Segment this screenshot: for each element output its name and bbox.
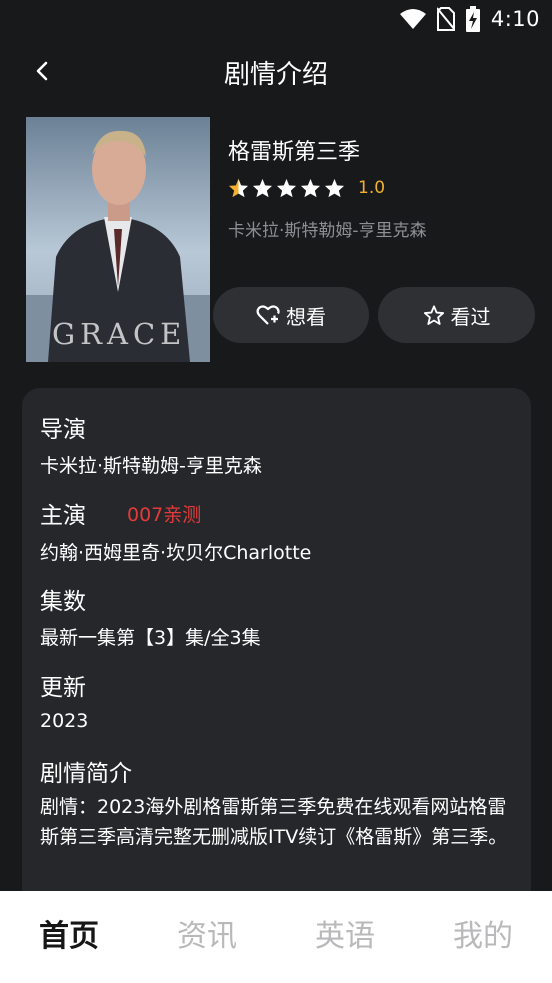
update-label: 更新	[40, 675, 86, 701]
watched-button[interactable]: 看过	[378, 287, 535, 343]
plot-text: 剧情：2023海外剧格雷斯第三季免费在线观看网站格雷斯第三季高清完整无删减版IT…	[40, 796, 508, 848]
episodes-value: 最新一集第【3】集/全3集	[40, 627, 261, 649]
rating-value: 1.0	[358, 178, 386, 198]
details-card: 导演 卡米拉·斯特勒姆-亨里克森 主演 007亲测 约翰·西姆里奇·坎贝尔Cha…	[22, 388, 531, 908]
want-to-watch-button[interactable]: 想看	[213, 287, 369, 343]
no-sim-icon	[436, 7, 455, 31]
star-icon	[324, 178, 345, 198]
star-icon	[228, 178, 249, 198]
director-label: 导演	[40, 417, 86, 443]
want-label: 想看	[286, 304, 326, 329]
app-header: 剧情介绍	[0, 42, 552, 102]
page-title: 剧情介绍	[223, 60, 328, 90]
star-outline-icon	[423, 305, 444, 325]
tab-english[interactable]: 英语	[276, 891, 414, 983]
show-title: 格雷斯第三季	[228, 140, 361, 165]
star-icon	[276, 178, 297, 198]
star-icon	[252, 178, 273, 198]
tab-news[interactable]: 资讯	[138, 891, 276, 983]
tab-home[interactable]: 首页	[0, 891, 138, 983]
update-value: 2023	[40, 710, 89, 732]
status-icons: 4:10	[399, 6, 540, 32]
bottom-tab-bar: 首页 资讯 英语 我的	[0, 891, 552, 983]
director-summary: 卡米拉·斯特勒姆-亨里克森	[228, 221, 427, 241]
battery-charging-icon	[465, 6, 480, 32]
cast-value: 约翰·西姆里奇·坎贝尔Charlotte	[40, 542, 312, 564]
tested-badge: 007亲测	[127, 504, 202, 526]
status-time: 4:10	[490, 7, 540, 31]
star-icon	[300, 178, 321, 198]
show-poster[interactable]: GRACE	[26, 117, 210, 362]
tab-mine[interactable]: 我的	[414, 891, 552, 983]
director-value: 卡米拉·斯特勒姆-亨里克森	[40, 455, 262, 477]
wifi-icon	[399, 9, 426, 29]
star-rating: 1.0	[228, 178, 385, 198]
cast-label: 主演	[40, 503, 86, 529]
poster-caption: GRACE	[52, 317, 187, 351]
seen-label: 看过	[450, 304, 491, 329]
status-bar: 4:10	[0, 0, 552, 38]
episodes-label: 集数	[40, 589, 86, 615]
heart-plus-icon	[256, 305, 280, 325]
plot-label: 剧情简介	[40, 761, 132, 787]
